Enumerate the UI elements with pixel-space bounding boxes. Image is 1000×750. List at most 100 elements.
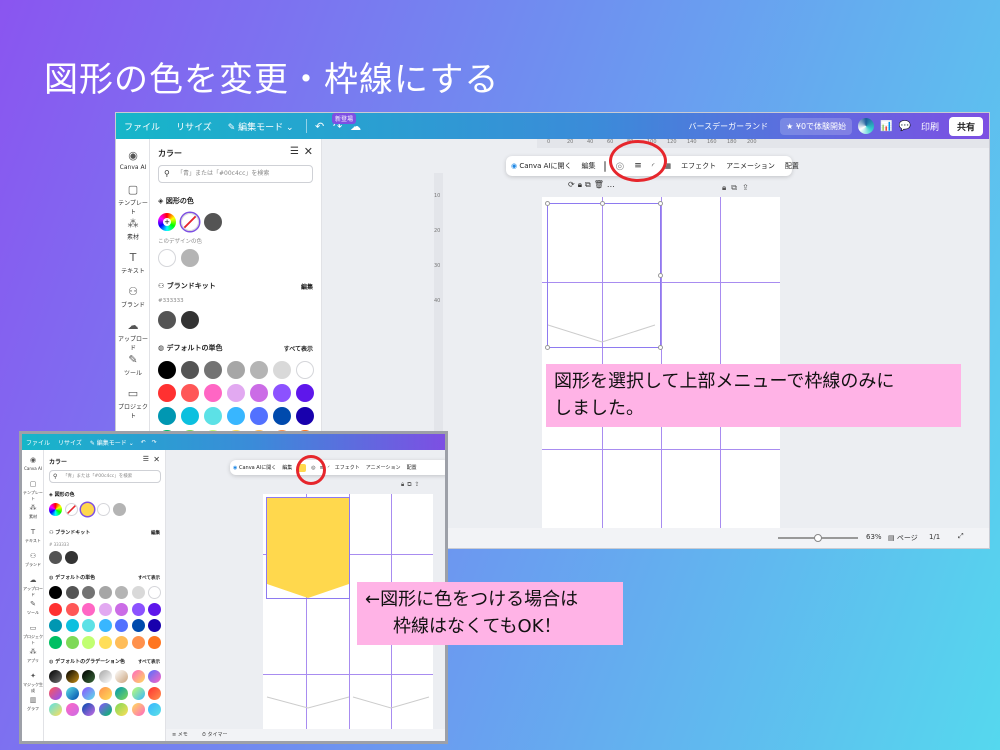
gradient-swatch[interactable] bbox=[82, 686, 95, 700]
edit-button[interactable]: 編集 bbox=[279, 464, 295, 471]
palette-swatch[interactable] bbox=[115, 619, 128, 632]
rail-text[interactable]: T テキスト bbox=[22, 528, 44, 544]
no-fill-swatch[interactable] bbox=[65, 503, 78, 516]
palette-swatch[interactable] bbox=[204, 384, 222, 402]
palette-swatch[interactable] bbox=[181, 384, 199, 402]
timer-button[interactable]: ⏱ タイマー bbox=[202, 731, 228, 738]
palette-swatch[interactable] bbox=[296, 361, 314, 379]
selected-shape[interactable] bbox=[547, 203, 661, 348]
gradient-swatch[interactable] bbox=[131, 670, 145, 683]
show-all-link[interactable]: すべて表示 bbox=[284, 344, 313, 353]
palette-swatch[interactable] bbox=[296, 407, 314, 425]
copy-page-icon[interactable]: ⧉ bbox=[407, 481, 414, 488]
palette-swatch[interactable] bbox=[82, 635, 95, 649]
effects-button[interactable]: エフェクト bbox=[332, 464, 363, 471]
brand-edit-link[interactable]: 編集 bbox=[151, 530, 160, 536]
palette-swatch[interactable] bbox=[115, 635, 128, 649]
doc-title[interactable]: バースデーガーランド bbox=[689, 121, 769, 132]
edit-mode-menu[interactable]: ✎ 編集モード ⌄ bbox=[220, 120, 302, 133]
rail-projects[interactable]: ▭ プロジェクト bbox=[116, 387, 150, 420]
palette-swatch[interactable] bbox=[98, 619, 112, 632]
edit-mode-menu[interactable]: ✎ 編集モード ⌄ bbox=[86, 438, 138, 447]
gradient-swatch[interactable] bbox=[65, 686, 79, 700]
palette-swatch[interactable] bbox=[158, 407, 176, 425]
gradient-swatch[interactable] bbox=[49, 686, 62, 700]
rail-uploads[interactable]: ☁ アップロード bbox=[22, 576, 44, 598]
rotate-icon[interactable]: ⟳ bbox=[568, 180, 578, 189]
insights-icon[interactable]: 📊 bbox=[880, 121, 892, 132]
palette-swatch[interactable] bbox=[115, 602, 128, 616]
share-page-icon[interactable]: ⇪ bbox=[742, 183, 754, 192]
palette-swatch[interactable] bbox=[181, 361, 199, 379]
palette-swatch[interactable] bbox=[250, 407, 268, 425]
palette-swatch[interactable] bbox=[65, 586, 79, 599]
palette-swatch[interactable] bbox=[158, 384, 176, 402]
copy-page-icon[interactable]: ⧉ bbox=[731, 183, 742, 192]
edit-button[interactable]: 編集 bbox=[576, 161, 600, 171]
comment-icon[interactable]: 💬 bbox=[899, 121, 911, 132]
gradient-swatch[interactable] bbox=[98, 703, 112, 716]
selected-shape[interactable] bbox=[266, 497, 350, 599]
pages-button[interactable]: ▤ ページ bbox=[888, 533, 918, 543]
rail-charts[interactable]: ▥ グラフ bbox=[22, 696, 44, 712]
swatch-white[interactable] bbox=[158, 249, 176, 267]
swatch-yellow[interactable] bbox=[81, 503, 94, 516]
palette-swatch[interactable] bbox=[148, 586, 161, 599]
zoom-knob[interactable] bbox=[814, 534, 822, 542]
resize-handle[interactable] bbox=[658, 273, 663, 278]
gradient-swatch[interactable] bbox=[65, 703, 79, 716]
canva-ai-button[interactable]: ◉ Canva AIに開く bbox=[230, 464, 279, 471]
rail-templates[interactable]: ▢ テンプレート bbox=[22, 480, 44, 502]
palette-swatch[interactable] bbox=[82, 619, 95, 632]
gradient-swatch[interactable] bbox=[82, 703, 95, 716]
resize-handle[interactable] bbox=[600, 201, 605, 206]
palette-swatch[interactable] bbox=[65, 619, 79, 632]
palette-swatch[interactable] bbox=[227, 407, 245, 425]
rail-text[interactable]: T テキスト bbox=[116, 251, 150, 275]
palette-swatch[interactable] bbox=[49, 619, 62, 632]
trial-button[interactable]: ★ ¥0で体験開始 bbox=[780, 117, 853, 135]
resize-menu[interactable]: リサイズ bbox=[54, 438, 86, 447]
rail-projects[interactable]: ▭ プロジェクト bbox=[22, 624, 44, 646]
rail-tools[interactable]: ✎ ツール bbox=[22, 600, 44, 616]
palette-swatch[interactable] bbox=[49, 586, 62, 599]
gradient-swatch[interactable] bbox=[148, 686, 161, 700]
gradient-swatch[interactable] bbox=[115, 686, 128, 700]
palette-swatch[interactable] bbox=[82, 602, 95, 616]
rail-magic[interactable]: ✦ マジック生成 bbox=[22, 672, 44, 694]
close-icon[interactable]: ✕ bbox=[304, 145, 313, 158]
palette-swatch[interactable] bbox=[250, 361, 268, 379]
palette-swatch[interactable] bbox=[98, 602, 112, 616]
gradient-swatch[interactable] bbox=[98, 686, 112, 700]
close-icon[interactable]: ✕ bbox=[153, 455, 160, 464]
rail-apps[interactable]: ⁂ アプリ bbox=[22, 648, 44, 664]
share-page-icon[interactable]: ⇪ bbox=[415, 481, 423, 488]
color-search-input[interactable]: ⚲ 「青」または「#00c4cc」を検索 bbox=[158, 165, 313, 183]
rail-elements[interactable]: ⁂ 素材 bbox=[116, 217, 150, 241]
gradient-swatch[interactable] bbox=[49, 670, 62, 683]
arrange-button[interactable]: 配置 bbox=[404, 464, 420, 471]
palette-swatch[interactable] bbox=[227, 384, 245, 402]
gradient-swatch[interactable] bbox=[131, 686, 145, 700]
swatch-dark-gray[interactable] bbox=[204, 213, 222, 231]
gradient-swatch[interactable] bbox=[148, 703, 161, 716]
show-all-gradient-link[interactable]: すべて表示 bbox=[138, 659, 160, 665]
share-button[interactable]: 共有 bbox=[948, 116, 983, 136]
file-menu[interactable]: ファイル bbox=[116, 120, 168, 133]
palette-swatch[interactable] bbox=[131, 619, 145, 632]
swatch-light-gray[interactable] bbox=[181, 249, 199, 267]
delete-icon[interactable]: 🗑︎ bbox=[594, 180, 607, 189]
rail-canva-ai[interactable]: ◉ Canva AI bbox=[116, 149, 150, 171]
fill-color-button[interactable] bbox=[604, 160, 607, 172]
memo-button[interactable]: ≡ メモ bbox=[172, 731, 188, 738]
avatar[interactable] bbox=[858, 118, 875, 134]
brand-swatch[interactable] bbox=[65, 551, 78, 564]
palette-swatch[interactable] bbox=[158, 361, 176, 379]
palette-swatch[interactable] bbox=[273, 361, 291, 379]
palette-swatch[interactable] bbox=[131, 602, 145, 616]
fullscreen-icon[interactable]: ⤢ bbox=[958, 532, 964, 541]
lock-icon[interactable]: 🔒︎ bbox=[722, 183, 731, 192]
palette-swatch[interactable] bbox=[82, 586, 95, 599]
swatch-white[interactable] bbox=[97, 503, 110, 516]
print-button[interactable]: 印刷 bbox=[917, 120, 943, 133]
